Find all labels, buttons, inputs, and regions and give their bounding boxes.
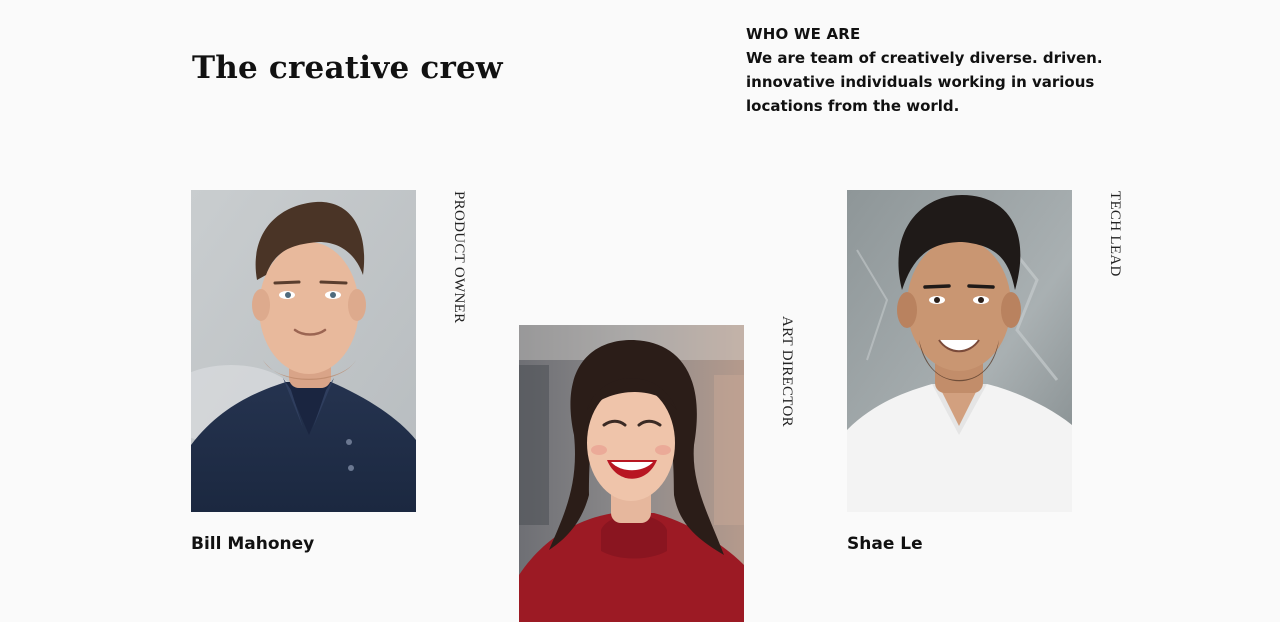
portrait-man-white-tshirt-icon — [847, 190, 1072, 512]
team-name-bill-mahoney[interactable]: Bill Mahoney — [191, 534, 314, 554]
team-role-art-director: ART DIRECTOR — [779, 316, 795, 427]
team-photo-shae-le — [847, 190, 1072, 512]
page-title: The creative crew — [192, 50, 503, 86]
team-photo-art-director — [519, 325, 744, 622]
team-role-product-owner: PRODUCT OWNER — [451, 191, 467, 324]
team-name-shae-le[interactable]: Shae Le — [847, 534, 923, 554]
intro-block: WHO WE ARE We are team of creatively div… — [746, 22, 1106, 118]
team-card-shae-le: TECH LEAD Shae Le — [847, 190, 1147, 570]
intro-heading: WHO WE ARE — [746, 25, 861, 43]
team-role-tech-lead: TECH LEAD — [1107, 191, 1123, 277]
portrait-man-navy-polo-icon — [191, 190, 416, 512]
portrait-woman-red-sweater-icon — [519, 325, 744, 622]
team-card-bill-mahoney: PRODUCT OWNER Bill Mahoney — [191, 190, 491, 570]
team-card-art-director: ART DIRECTOR — [519, 316, 819, 622]
team-photo-bill-mahoney — [191, 190, 416, 512]
intro-text: We are team of creatively diverse. drive… — [746, 49, 1103, 115]
